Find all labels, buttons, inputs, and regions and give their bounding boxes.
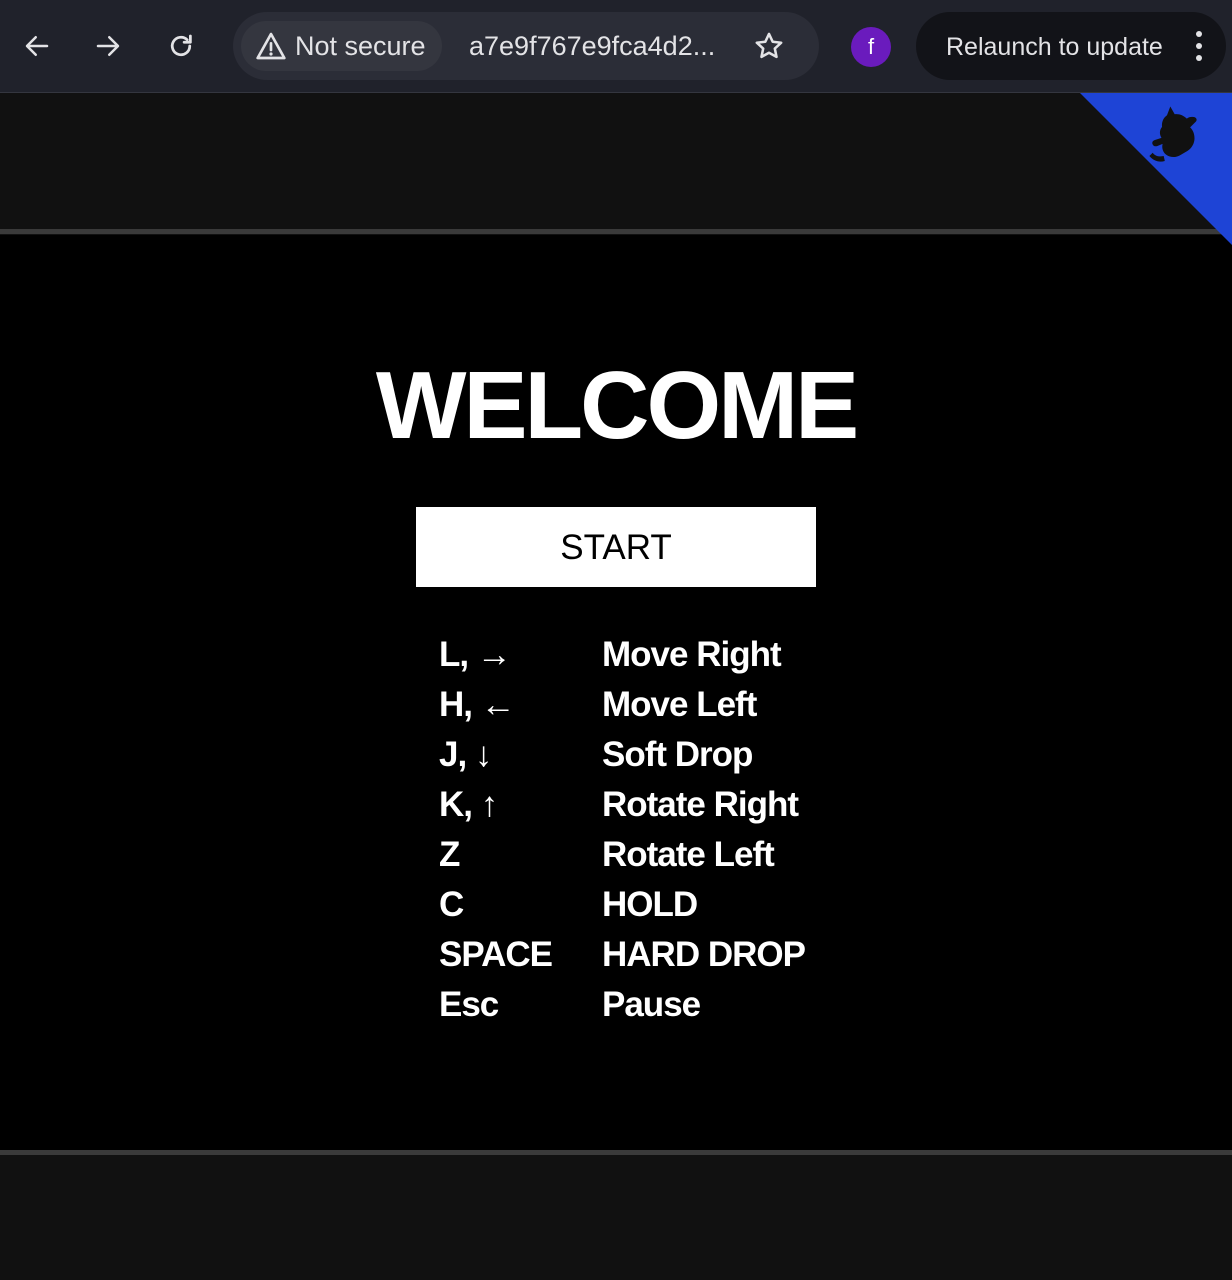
controls-list: L, → Move Right H, ← Move Left J, ↓ Soft…: [439, 630, 859, 1030]
control-key: J, ↓: [439, 735, 492, 774]
control-key: Esc: [439, 985, 499, 1024]
security-label: Not secure: [295, 30, 426, 61]
profile-avatar[interactable]: f: [851, 27, 891, 67]
control-row: J, ↓ Soft Drop: [439, 730, 859, 780]
control-row: H, ← Move Left: [439, 680, 859, 730]
relaunch-label: Relaunch to update: [946, 33, 1163, 61]
star-icon: [755, 32, 783, 59]
control-row: SPACE HARD DROP: [439, 930, 859, 980]
page-content: WELCOME START L, → Move Right H, ← Move …: [0, 93, 1232, 1280]
game-area: WELCOME START L, → Move Right H, ← Move …: [0, 235, 1232, 1150]
top-band: [0, 93, 1232, 229]
control-action: Rotate Left: [602, 835, 775, 874]
arrow-right-icon: [96, 36, 120, 56]
bookmark-button[interactable]: [748, 26, 790, 66]
control-key: L, →: [439, 635, 512, 674]
address-bar[interactable]: Not secure a7e9f767e9fca4d2...: [233, 12, 819, 80]
control-key: H, ←: [439, 685, 516, 724]
top-divider: [0, 229, 1232, 234]
github-octocat-icon: [1080, 93, 1232, 245]
control-action: HARD DROP: [602, 935, 806, 974]
control-row: K, ↑ Rotate Right: [439, 780, 859, 830]
back-button[interactable]: [13, 22, 61, 70]
relaunch-button[interactable]: Relaunch to update: [916, 12, 1226, 80]
control-row: Z Rotate Left: [439, 830, 859, 880]
warning-icon: [256, 32, 286, 60]
bottom-divider: [0, 1150, 1232, 1155]
security-indicator[interactable]: Not secure: [241, 21, 442, 71]
more-menu-icon[interactable]: [1194, 31, 1204, 61]
welcome-title: WELCOME: [375, 352, 859, 459]
start-button[interactable]: START: [416, 507, 816, 587]
control-row: Esc Pause: [439, 980, 859, 1030]
control-key: C: [439, 885, 464, 924]
reload-icon: [170, 34, 192, 57]
arrow-left-icon: [25, 36, 49, 56]
control-action: Move Left: [602, 685, 757, 724]
control-key: Z: [439, 835, 460, 874]
reload-button[interactable]: [157, 22, 205, 70]
control-action: Rotate Right: [602, 785, 799, 824]
control-action: Move Right: [602, 635, 782, 674]
control-action: HOLD: [602, 885, 698, 924]
control-key: K, ↑: [439, 785, 498, 824]
control-action: Soft Drop: [602, 735, 753, 774]
control-key: SPACE: [439, 935, 553, 974]
github-corner-link[interactable]: [1080, 93, 1232, 245]
control-action: Pause: [602, 985, 701, 1024]
control-row: C HOLD: [439, 880, 859, 930]
url-text[interactable]: a7e9f767e9fca4d2...: [469, 12, 733, 80]
forward-button[interactable]: [84, 22, 132, 70]
browser-toolbar: Not secure a7e9f767e9fca4d2... f Relaunc…: [0, 0, 1232, 93]
control-row: L, → Move Right: [439, 630, 859, 680]
